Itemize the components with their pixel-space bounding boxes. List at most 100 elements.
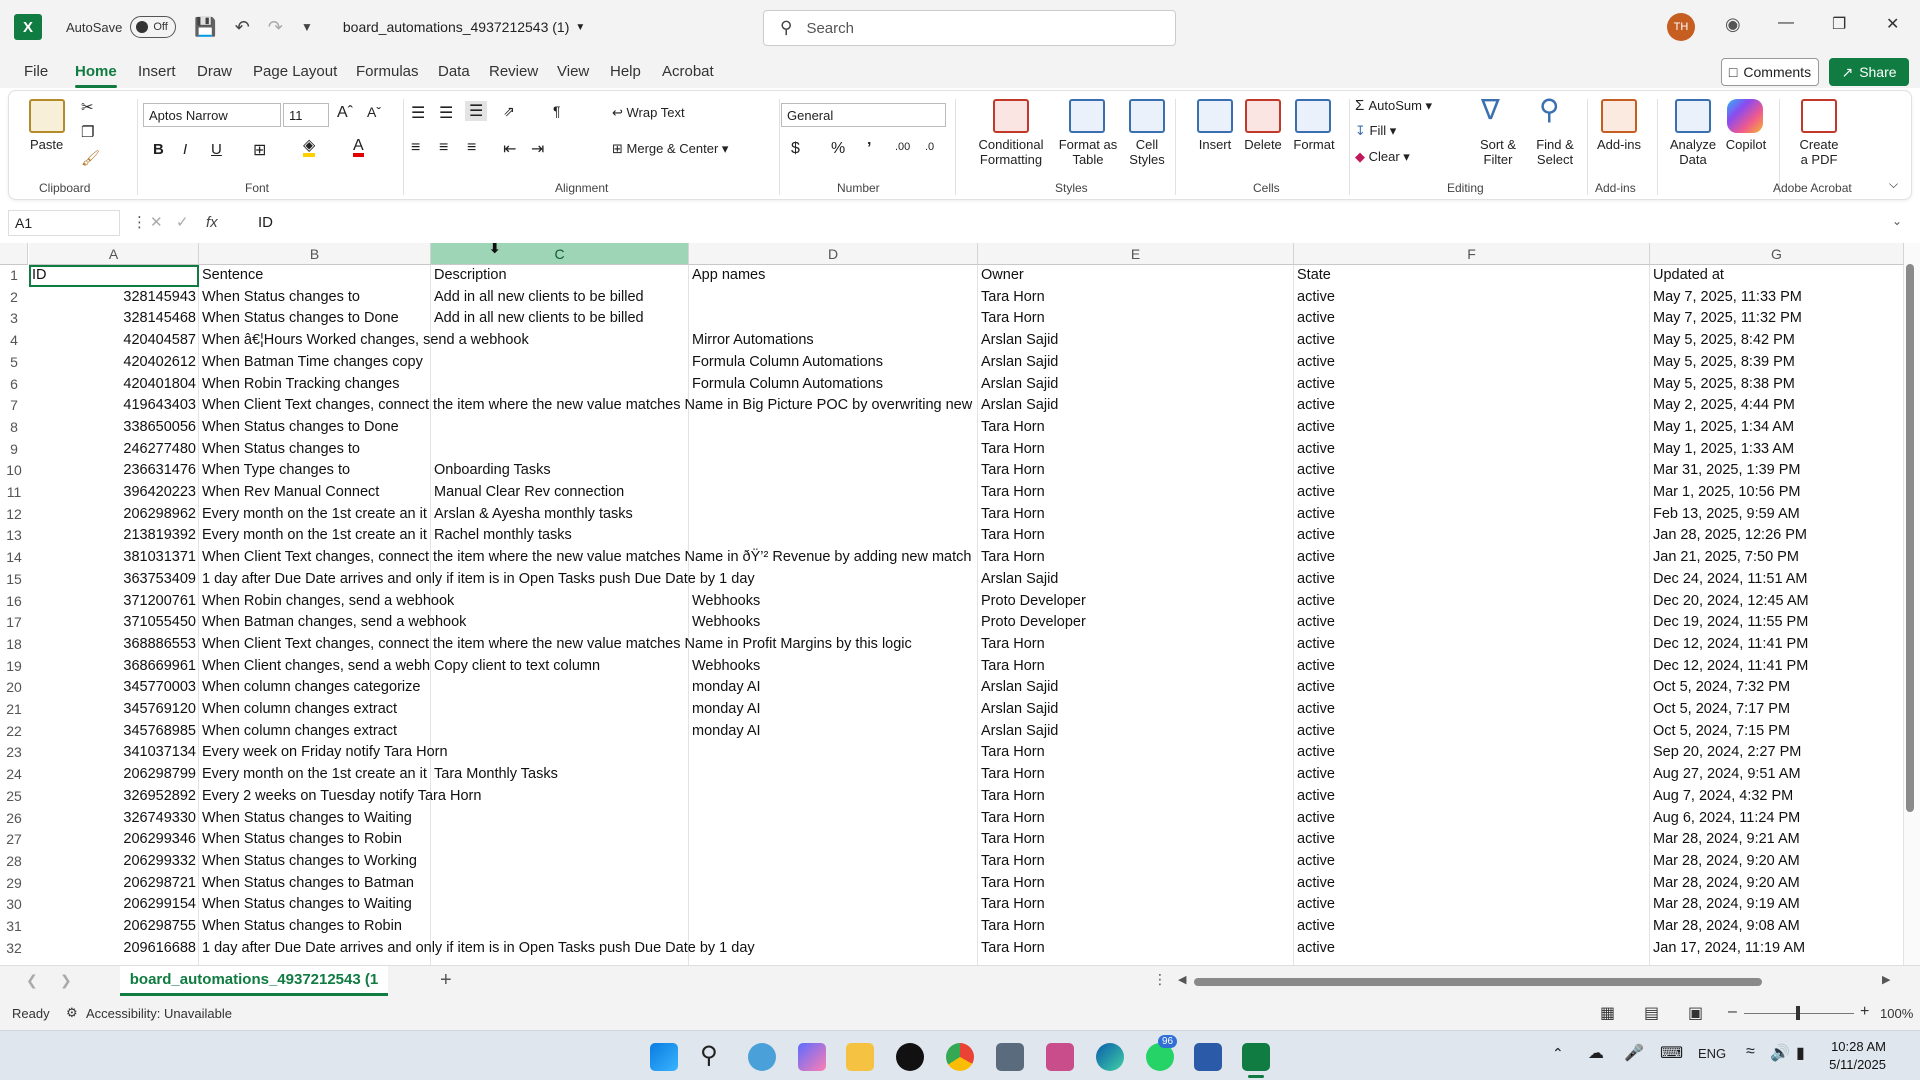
decrease-font-icon[interactable]: Aˇ	[367, 104, 381, 120]
tab-insert[interactable]: Insert	[138, 63, 176, 80]
table-cell[interactable]: active	[1294, 808, 1650, 830]
table-cell[interactable]: Formula Column Automations	[689, 374, 978, 396]
table-cell[interactable]: Aug 6, 2024, 11:24 PM	[1650, 808, 1904, 830]
table-cell[interactable]: 420404587	[29, 330, 199, 352]
comments-button[interactable]: □ Comments	[1721, 58, 1819, 86]
more-icon[interactable]: ⋮	[132, 213, 147, 231]
snipping-tool-icon[interactable]	[1046, 1043, 1074, 1071]
table-cell[interactable]: Every month on the 1st create an it	[199, 764, 431, 786]
table-cell[interactable]: Proto Developer	[978, 591, 1294, 613]
table-cell[interactable]: Rachel monthly tasks	[431, 525, 572, 547]
tab-file[interactable]: File	[24, 63, 48, 80]
table-cell[interactable]: When Status changes to Working	[199, 851, 417, 873]
search-box[interactable]: ⚲ Search	[763, 10, 1176, 46]
table-cell[interactable]: Arslan Sajid	[978, 330, 1294, 352]
table-cell[interactable]: Dec 24, 2024, 11:51 AM	[1650, 569, 1904, 591]
fill-color-icon[interactable]: ◈	[303, 138, 316, 157]
table-cell[interactable]: Arslan & Ayesha monthly tasks	[431, 504, 633, 526]
table-cell[interactable]: May 1, 2025, 1:34 AM	[1650, 417, 1904, 439]
row-header[interactable]: 22	[0, 721, 28, 743]
table-cell[interactable]: active	[1294, 439, 1650, 461]
table-cell[interactable]: active	[1294, 395, 1650, 417]
table-cell[interactable]: active	[1294, 829, 1650, 851]
save-icon[interactable]: 💾	[194, 17, 216, 38]
microphone-icon[interactable]: 🎤	[1624, 1043, 1644, 1063]
tab-help[interactable]: Help	[610, 63, 641, 80]
table-cell[interactable]: Arslan Sajid	[978, 699, 1294, 721]
table-cell[interactable]: Tara Horn	[978, 873, 1294, 895]
prev-sheet-icon[interactable]: ❮	[26, 972, 38, 989]
percent-icon[interactable]: %	[831, 140, 845, 158]
table-cell[interactable]: 420401804	[29, 374, 199, 396]
table-cell[interactable]: Mar 31, 2025, 1:39 PM	[1650, 460, 1904, 482]
table-cell[interactable]: Tara Horn	[978, 656, 1294, 678]
row-header[interactable]: 17	[0, 612, 28, 634]
table-cell[interactable]: Arslan Sajid	[978, 677, 1294, 699]
minimize-icon[interactable]: —	[1778, 14, 1794, 32]
table-cell[interactable]: Oct 5, 2024, 7:17 PM	[1650, 699, 1904, 721]
find-select-icon[interactable]: ⚲	[1539, 93, 1560, 126]
table-cell[interactable]: active	[1294, 308, 1650, 330]
table-cell[interactable]: active	[1294, 742, 1650, 764]
table-cell[interactable]: When Robin changes, send a webhook	[199, 591, 454, 613]
table-cell[interactable]: Tara Horn	[978, 808, 1294, 830]
table-cell[interactable]: Jan 21, 2025, 7:50 PM	[1650, 547, 1904, 569]
table-cell[interactable]: active	[1294, 656, 1650, 678]
page-layout-icon[interactable]: ▤	[1644, 1003, 1659, 1023]
zoom-in-icon[interactable]: +	[1860, 1003, 1869, 1021]
table-cell[interactable]: When Client Text changes, connect the it…	[199, 634, 912, 656]
table-cell[interactable]: Arslan Sajid	[978, 374, 1294, 396]
row-header[interactable]: 13	[0, 525, 28, 547]
table-cell[interactable]: 326749330	[29, 808, 199, 830]
table-cell[interactable]: active	[1294, 569, 1650, 591]
row-header[interactable]: 11	[0, 482, 28, 504]
column-header-e[interactable]: E	[978, 243, 1294, 265]
file-explorer-icon[interactable]	[846, 1043, 874, 1071]
table-cell[interactable]: 345768985	[29, 721, 199, 743]
row-header[interactable]: 25	[0, 786, 28, 808]
table-cell[interactable]: When Type changes to	[199, 460, 431, 482]
row-header[interactable]: 32	[0, 938, 28, 960]
table-cell[interactable]: active	[1294, 482, 1650, 504]
bold-icon[interactable]: B	[153, 141, 164, 158]
lightbulb-icon[interactable]: ◉	[1725, 14, 1741, 35]
table-cell[interactable]: 236631476	[29, 460, 199, 482]
table-cell[interactable]: 206298799	[29, 764, 199, 786]
table-cell[interactable]: Arslan Sajid	[978, 352, 1294, 374]
table-cell[interactable]: May 7, 2025, 11:32 PM	[1650, 308, 1904, 330]
row-header[interactable]: 7	[0, 395, 28, 417]
table-cell[interactable]: When Rev Manual Connect	[199, 482, 431, 504]
edge-icon[interactable]	[1096, 1043, 1124, 1071]
find-select-button[interactable]: Find & Select	[1527, 137, 1583, 167]
file-title[interactable]: board_automations_4937212543 (1)	[343, 19, 570, 35]
column-header-a[interactable]: A	[29, 243, 199, 265]
table-cell[interactable]: May 2, 2025, 4:44 PM	[1650, 395, 1904, 417]
format-cells-button[interactable]: Format	[1289, 137, 1339, 152]
analyze-data-icon[interactable]	[1675, 99, 1711, 133]
table-cell[interactable]: Tara Horn	[978, 547, 1294, 569]
table-cell[interactable]: Formula Column Automations	[689, 352, 978, 374]
table-cell[interactable]: Every month on the 1st create an it	[199, 504, 431, 526]
row-header[interactable]: 4	[0, 330, 28, 352]
expand-formula-icon[interactable]: ⌄	[1892, 214, 1902, 228]
table-cell[interactable]: Every 2 weeks on Tuesday notify Tara Hor…	[199, 786, 481, 808]
table-cell[interactable]: When Status changes to Robin	[199, 829, 402, 851]
table-cell[interactable]: 341037134	[29, 742, 199, 764]
row-header[interactable]: 23	[0, 742, 28, 764]
battery-icon[interactable]: ▮	[1796, 1043, 1805, 1063]
merge-center-button[interactable]: ⊞ Merge & Center ▾	[612, 141, 728, 157]
create-pdf-icon[interactable]	[1801, 99, 1837, 133]
fill-button[interactable]: ↧ Fill ▾	[1355, 123, 1396, 139]
table-cell[interactable]: Arslan Sajid	[978, 569, 1294, 591]
table-cell[interactable]: Tara Horn	[978, 916, 1294, 938]
table-cell[interactable]: monday AI	[689, 677, 978, 699]
tab-formulas[interactable]: Formulas	[356, 63, 419, 80]
table-cell[interactable]: Oct 5, 2024, 7:15 PM	[1650, 721, 1904, 743]
customize-qat-icon[interactable]: ▼	[301, 20, 313, 34]
table-cell[interactable]: Dec 12, 2024, 11:41 PM	[1650, 634, 1904, 656]
row-header[interactable]: 18	[0, 634, 28, 656]
format-as-table-icon[interactable]	[1069, 99, 1105, 133]
row-header[interactable]: 14	[0, 547, 28, 569]
table-cell[interactable]: May 7, 2025, 11:33 PM	[1650, 287, 1904, 309]
redo-icon[interactable]: ↷	[268, 17, 283, 38]
